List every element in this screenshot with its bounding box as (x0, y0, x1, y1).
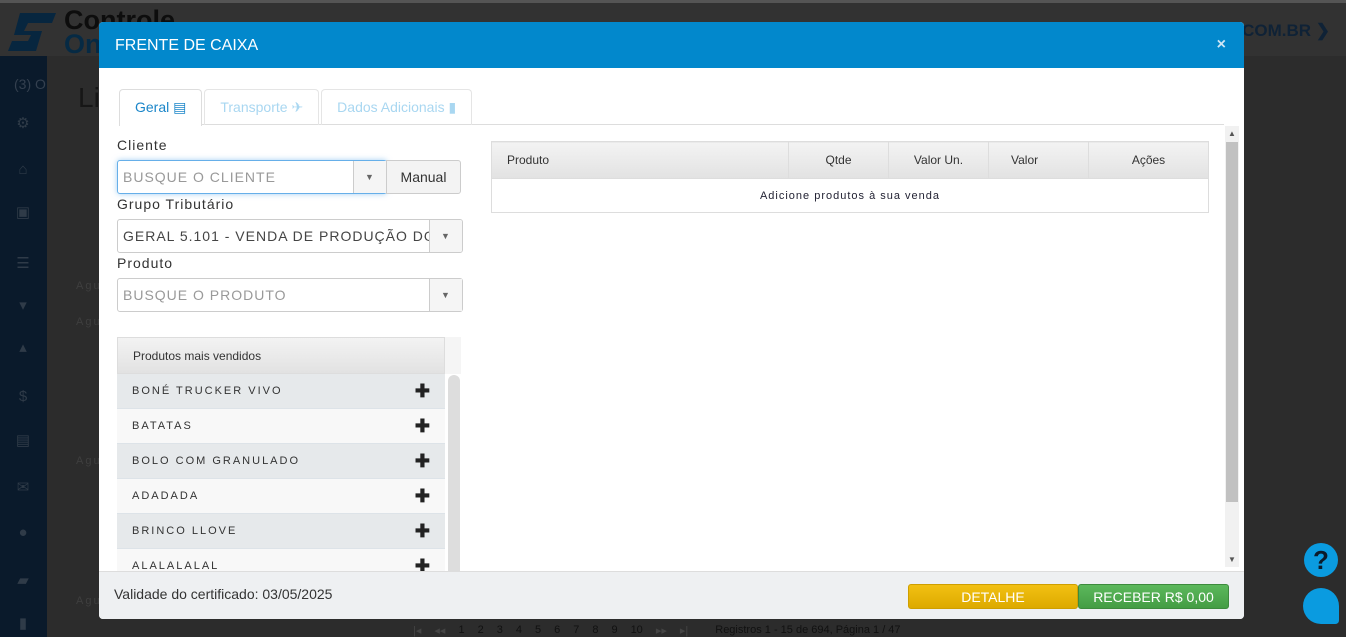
list-icon: ▤ (173, 99, 187, 115)
modal-header: FRENTE DE CAIXA (99, 22, 1244, 68)
next-page[interactable]: ▸▸ (653, 624, 670, 637)
page-title: Li (78, 82, 100, 113)
chevron-down-icon[interactable]: ▼ (429, 279, 462, 311)
chevron-down-icon[interactable]: ▼ (429, 220, 462, 252)
list-item[interactable]: ADADADA ✚ (117, 479, 445, 514)
row-text: Agu (76, 455, 102, 467)
folder-icon[interactable]: ▰ (14, 571, 32, 589)
cliente-input[interactable]: BUSQUE O CLIENTE ▼ (117, 160, 387, 194)
col-valor: Valor (988, 141, 1089, 179)
box-icon[interactable]: ▣ (14, 203, 32, 221)
clipboard-icon[interactable]: ▤ (14, 431, 32, 449)
cliente-label: Cliente (117, 137, 168, 153)
scroll-down-icon[interactable]: ▼ (1228, 555, 1236, 564)
grupo-tributario-select[interactable]: GERAL 5.101 - VENDA DE PRODUÇÃO DO ▼ (117, 219, 463, 253)
products-table: Produto Qtde Valor Un. Valor Ações Adici… (491, 141, 1209, 213)
row-text: Agu (76, 316, 102, 328)
mail-icon[interactable]: ✉ (14, 478, 32, 496)
list-header-filler (445, 337, 461, 374)
page-3[interactable]: 3 (494, 624, 506, 637)
list-icon[interactable]: ☰ (14, 254, 32, 272)
gear-icon[interactable]: ⚙ (14, 114, 32, 132)
bookmark-icon[interactable]: ▮ (14, 614, 32, 632)
plus-icon[interactable]: ✚ (415, 416, 430, 437)
page-9[interactable]: 9 (608, 624, 620, 637)
page-1[interactable]: 1 (455, 624, 467, 637)
chat-button[interactable] (1303, 588, 1339, 624)
list-item[interactable]: BONÉ TRUCKER VIVO ✚ (117, 374, 445, 409)
col-acoes: Ações (1088, 141, 1209, 179)
col-valor-un: Valor Un. (888, 141, 989, 179)
receber-button[interactable]: RECEBER R$ 0,00 (1078, 584, 1229, 609)
plus-icon[interactable]: ✚ (415, 521, 430, 542)
page-2[interactable]: 2 (475, 624, 487, 637)
tab-bar: Geral ▤ Transporte ✈ Dados Adicionais ▮ (119, 89, 1224, 126)
list-item[interactable]: BOLO COM GRANULADO ✚ (117, 444, 445, 479)
chevron-down-icon[interactable]: ▼ (353, 161, 386, 193)
prev-page[interactable]: ◂◂ (431, 624, 448, 637)
list-item[interactable]: BATATAS ✚ (117, 409, 445, 444)
frente-de-caixa-modal: FRENTE DE CAIXA × Geral ▤ Transporte ✈ D… (99, 22, 1244, 619)
scroll-thumb[interactable] (1226, 142, 1238, 502)
list-item[interactable]: BRINCO LLOVE ✚ (117, 514, 445, 549)
produtos-mais-vendidos: Produtos mais vendidos BONÉ TRUCKER VIVO… (117, 337, 461, 571)
tab-geral[interactable]: Geral ▤ (119, 89, 203, 126)
tab-transporte[interactable]: Transporte ✈ (204, 89, 320, 125)
detalhe-button[interactable]: DETALHE (908, 584, 1078, 609)
plus-icon[interactable]: ✚ (415, 486, 430, 507)
modal-footer: Validade do certificado: 03/05/2025 DETA… (99, 571, 1244, 619)
empty-message: Adicione produtos à sua venda (491, 178, 1209, 213)
col-produto: Produto (491, 141, 789, 179)
manual-button[interactable]: Manual (386, 160, 461, 194)
user-icon[interactable]: ● (14, 524, 32, 541)
plane-icon: ✈ (291, 99, 304, 115)
close-icon[interactable]: × (1217, 36, 1226, 54)
certificate-validity: Validade do certificado: 03/05/2025 (114, 586, 333, 602)
list-header: Produtos mais vendidos (117, 337, 445, 374)
plus-icon[interactable]: ✚ (415, 556, 430, 571)
scrollbar[interactable]: ▲ ▼ (1225, 126, 1239, 567)
page-10[interactable]: 10 (628, 624, 646, 637)
sidebar: (3) O ⚙ ⌂ ▣ ☰ ▾ ▴ $ ▤ ✉ ● ▰ ▮ (0, 56, 47, 637)
logo-icon (8, 13, 56, 51)
dollar-icon[interactable]: $ (14, 388, 32, 405)
plus-icon[interactable]: ✚ (415, 381, 430, 402)
modal-title: FRENTE DE CAIXA (115, 37, 259, 54)
row-text: Agu (76, 280, 102, 292)
produto-input[interactable]: BUSQUE O PRODUTO ▼ (117, 278, 463, 312)
last-page[interactable]: ▸| (677, 624, 691, 637)
tab-dados-adicionais[interactable]: Dados Adicionais ▮ (321, 89, 473, 125)
pagination-summary: Registros 1 - 15 de 694, Página 1 / 47 (715, 624, 901, 636)
page-6[interactable]: 6 (551, 624, 563, 637)
plus-icon[interactable]: ✚ (415, 451, 430, 472)
grupo-tributario-label: Grupo Tributário (117, 196, 235, 212)
page-5[interactable]: 5 (532, 624, 544, 637)
home-icon[interactable]: ⌂ (14, 161, 32, 178)
help-button[interactable]: ? (1304, 543, 1338, 577)
first-page[interactable]: |◂ (410, 624, 424, 637)
list-item[interactable]: ALALALALAL ✚ (117, 549, 445, 571)
row-text: Agu (76, 595, 102, 607)
bookmark-icon: ▮ (448, 99, 457, 115)
inbox-up-icon[interactable]: ▴ (14, 338, 32, 356)
produto-label: Produto (117, 255, 174, 271)
list-scrollbar[interactable] (448, 375, 460, 571)
scroll-up-icon[interactable]: ▲ (1228, 129, 1236, 138)
page-4[interactable]: 4 (513, 624, 525, 637)
sidebar-count: (3) O (14, 76, 46, 92)
page-8[interactable]: 8 (589, 624, 601, 637)
page-7[interactable]: 7 (570, 624, 582, 637)
pagination: |◂ ◂◂ 1 2 3 4 5 6 7 8 9 10 ▸▸ ▸| Registr… (410, 624, 904, 637)
inbox-down-icon[interactable]: ▾ (14, 296, 32, 314)
col-qtde: Qtde (788, 141, 889, 179)
